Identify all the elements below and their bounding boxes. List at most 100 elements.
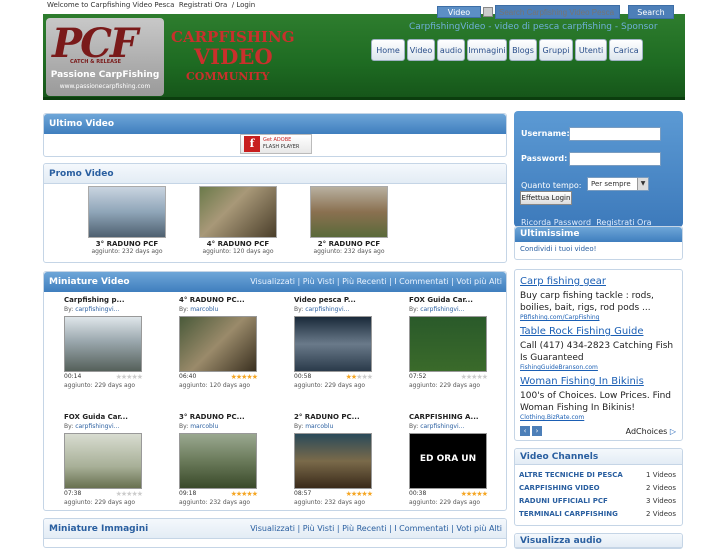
contatti-link[interactable]: CONTATTI (676, 2, 727, 13)
channel-name[interactable]: RADUNI UFFICIALI PCF (519, 497, 608, 505)
nav-carica[interactable]: Carica (609, 39, 643, 61)
video-author[interactable]: marcoblu (305, 423, 333, 430)
nav-utenti[interactable]: Utenti (575, 39, 607, 61)
channel-name[interactable]: ALTRE TECNICHE DI PESCA (519, 471, 623, 479)
promo-item[interactable]: 2° RADUNO PCF aggiunto: 232 days ago (294, 186, 404, 255)
video-item[interactable]: 3° RADUNO PC... By: marcoblu 09:18 ★★★★★ agg… (179, 413, 289, 523)
video-thumbnail[interactable] (294, 433, 372, 489)
chevron-left-icon[interactable]: ‹ (520, 426, 530, 436)
promo-caption[interactable]: 4° RADUNO PCF (183, 240, 293, 248)
search-type-tab[interactable]: Video (437, 6, 481, 18)
channel-name[interactable]: CARPFISHING VIDEO (519, 484, 600, 492)
sort-commentati[interactable]: I Commentati (394, 277, 448, 286)
search-dropdown-icon[interactable] (483, 7, 493, 17)
password-input[interactable] (569, 152, 661, 166)
adchoices-link[interactable]: AdChoices ▷ (626, 427, 676, 436)
ultimissime-text[interactable]: Condividi i tuoi video! (515, 242, 682, 256)
channel-row[interactable]: ALTRE TECNICHE DI PESCA 1 Videos (515, 468, 682, 481)
video-title[interactable]: Video pesca P... (294, 296, 404, 304)
ad-item[interactable]: Table Rock Fishing Guide Call (417) 434-… (520, 326, 677, 371)
video-thumbnail[interactable] (179, 316, 257, 372)
video-title[interactable]: Carpfishing p... (64, 296, 174, 304)
video-author[interactable]: marcoblu (190, 306, 218, 313)
sort-voti[interactable]: Voti più Alti (456, 524, 502, 533)
sort-commentati[interactable]: I Commentati (394, 524, 448, 533)
video-thumbnail[interactable] (64, 316, 142, 372)
nav-video[interactable]: Video (407, 39, 435, 61)
ad-headline[interactable]: Carp fishing gear (520, 276, 677, 287)
ad-url[interactable]: PBfishing.com/CarpFishing (520, 314, 677, 321)
video-item[interactable]: 2° RADUNO PC... By: marcoblu 08:57 ★★★★★ agg… (294, 413, 404, 523)
video-thumbnail[interactable]: ED ORA UN (409, 433, 487, 489)
video-item[interactable]: CARPFISHING A... By: carpfishingvi... ED O… (409, 413, 519, 523)
channel-row[interactable]: RADUNI UFFICIALI PCF 3 Videos (515, 494, 682, 507)
sort-piu-recenti[interactable]: Più Recenti (342, 277, 386, 286)
video-author[interactable]: carpfishingvi... (75, 306, 119, 313)
video-author[interactable]: carpfishingvi... (75, 423, 119, 430)
search-input[interactable] (495, 5, 620, 19)
channel-row[interactable]: TERMINALI CARPFISHING 2 Videos (515, 507, 682, 520)
nav-audio[interactable]: audio (437, 39, 465, 61)
username-input[interactable] (569, 127, 661, 141)
login-submit-button[interactable]: Effettua Login (520, 191, 572, 205)
promo-caption[interactable]: 3° RADUNO PCF (72, 240, 182, 248)
promo-item[interactable]: 3° RADUNO PCF aggiunto: 232 days ago (72, 186, 182, 255)
sort-visualizzati[interactable]: Visualizzati (250, 524, 295, 533)
video-thumbnail[interactable] (294, 316, 372, 372)
nav-blogs[interactable]: Blogs (509, 39, 537, 61)
promo-thumb[interactable] (199, 186, 277, 238)
video-item[interactable]: 4° RADUNO PC... By: marcoblu 06:40 ★★★★★ agg… (179, 296, 289, 406)
chevron-right-icon[interactable]: › (532, 426, 542, 436)
video-title[interactable]: 2° RADUNO PC... (294, 413, 404, 421)
nav-home[interactable]: Home (371, 39, 405, 61)
video-duration: 00:14 (64, 373, 82, 380)
video-author[interactable]: carpfishingvi... (305, 306, 349, 313)
promo-caption[interactable]: 2° RADUNO PCF (294, 240, 404, 248)
video-thumbnail[interactable] (64, 433, 142, 489)
ad-headline[interactable]: Woman Fishing In Bikinis (520, 376, 677, 387)
video-item[interactable]: FOX Guida Car... By: carpfishingvi... 07:3… (64, 413, 174, 523)
sort-piu-visti[interactable]: Più Visti (303, 524, 335, 533)
video-title[interactable]: 3° RADUNO PC... (179, 413, 289, 421)
login-link[interactable]: Login (236, 1, 255, 9)
video-author[interactable]: carpfishingvi... (420, 423, 464, 430)
ad-url[interactable]: Clothing.BizRate.com (520, 414, 677, 421)
video-thumbnail[interactable] (409, 316, 487, 372)
miniature-immagini-title: Miniature Immagini (49, 524, 149, 534)
ad-headline[interactable]: Table Rock Fishing Guide (520, 326, 677, 337)
video-item[interactable]: FOX Guida Car... By: carpfishingvi... 07:5… (409, 296, 519, 406)
ad-item[interactable]: Carp fishing gear Buy carp fishing tackl… (520, 276, 677, 321)
sort-piu-visti[interactable]: Più Visti (303, 277, 335, 286)
channel-row[interactable]: CARPFISHING VIDEO 2 Videos (515, 481, 682, 494)
video-title[interactable]: FOX Guida Car... (409, 296, 519, 304)
video-title[interactable]: FOX Guida Car... (64, 413, 174, 421)
flash-player-badge[interactable]: f Get ADOBE FLASH PLAYER (240, 134, 312, 154)
nav-immagini[interactable]: Immagini (467, 39, 507, 61)
video-item[interactable]: Video pesca P... By: carpfishingvi... 00:5… (294, 296, 404, 406)
ad-item[interactable]: Woman Fishing In Bikinis 100's of Choice… (520, 376, 677, 421)
video-title[interactable]: CARPFISHING A... (409, 413, 519, 421)
register-link[interactable]: Registrati Ora (179, 1, 227, 9)
sort-visualizzati[interactable]: Visualizzati (250, 277, 295, 286)
search-button[interactable]: Search (628, 5, 674, 19)
channel-name[interactable]: TERMINALI CARPFISHING (519, 510, 618, 518)
video-author[interactable]: marcoblu (190, 423, 218, 430)
video-byline: By: marcoblu (179, 423, 289, 430)
video-byline: By: carpfishingvi... (294, 306, 404, 313)
video-thumbnail[interactable] (179, 433, 257, 489)
sito-link[interactable]: SITO PCF (339, 2, 390, 13)
nav-gruppi[interactable]: Gruppi (539, 39, 573, 61)
video-author[interactable]: carpfishingvi... (420, 306, 464, 313)
promo-thumb[interactable] (310, 186, 388, 238)
video-byline: By: carpfishingvi... (409, 423, 519, 430)
video-added: aggiunto: 229 days ago (64, 382, 136, 389)
site-logo[interactable]: PCF CATCH & RELEASE Passione CarpFishing… (46, 18, 164, 96)
promo-thumb[interactable] (88, 186, 166, 238)
sort-voti[interactable]: Voti più Alti (456, 277, 502, 286)
time-select[interactable]: Per sempre ▼ (587, 177, 649, 191)
video-title[interactable]: 4° RADUNO PC... (179, 296, 289, 304)
sort-piu-recenti[interactable]: Più Recenti (342, 524, 386, 533)
ad-url[interactable]: FishingGuideBranson.com (520, 364, 677, 371)
video-item[interactable]: Carpfishing p... By: carpfishingvi... 00:1… (64, 296, 174, 406)
promo-item[interactable]: 4° RADUNO PCF aggiunto: 120 days ago (183, 186, 293, 255)
